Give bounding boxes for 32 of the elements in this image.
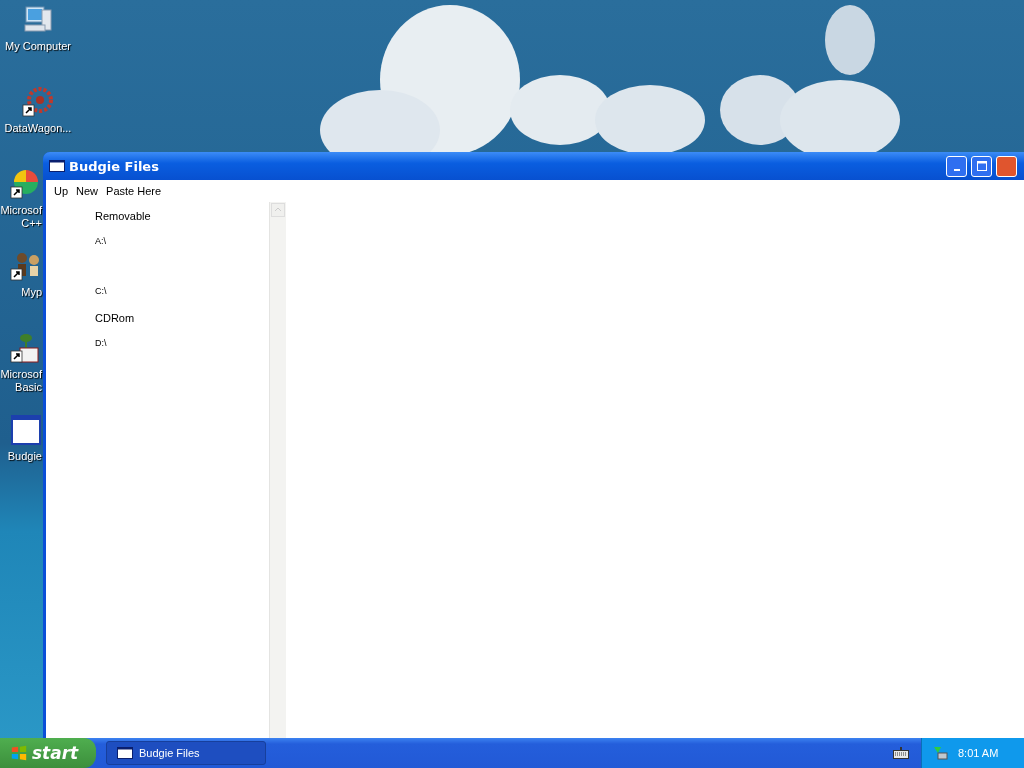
drive-item[interactable]: A:\ bbox=[95, 234, 106, 260]
close-button[interactable] bbox=[996, 155, 1017, 177]
desktop-icon-label[interactable]: Microsof Basic bbox=[0, 368, 42, 394]
maximize-button[interactable] bbox=[971, 155, 992, 177]
maximize-icon bbox=[976, 161, 987, 171]
drive-group-label: Removable bbox=[95, 209, 151, 224]
drive-item[interactable]: C:\ bbox=[95, 284, 107, 310]
desktop-icon-label[interactable]: My Computer bbox=[5, 40, 71, 53]
desktop-icon-label[interactable]: Budgie bbox=[0, 450, 42, 463]
menu-item[interactable]: Paste Here bbox=[102, 183, 166, 199]
desktop-icon-label[interactable]: Myp bbox=[0, 286, 42, 299]
drive-group-label: CDRom bbox=[95, 311, 135, 326]
keyboard-icon[interactable] bbox=[893, 747, 909, 759]
figures-icon[interactable] bbox=[10, 250, 42, 282]
scrollbar[interactable] bbox=[269, 202, 286, 738]
window-icon bbox=[117, 747, 133, 759]
start-button[interactable]: start bbox=[0, 738, 96, 768]
desktop-icon-label[interactable]: DataWagon... bbox=[4, 122, 72, 135]
window-icon bbox=[49, 160, 65, 172]
window-icon[interactable] bbox=[10, 414, 42, 446]
menu-item[interactable]: Up bbox=[50, 183, 73, 199]
window-title: Budgie Files bbox=[69, 158, 159, 174]
desktop-icon-label[interactable]: Microsof C++ bbox=[0, 204, 42, 230]
minimize-icon bbox=[953, 169, 960, 171]
flag-logo-icon bbox=[10, 744, 28, 762]
taskbar-button[interactable]: Budgie Files bbox=[106, 741, 266, 765]
sprout-icon[interactable] bbox=[10, 332, 42, 364]
drive-item[interactable]: D:\ bbox=[95, 336, 107, 362]
menu-item[interactable]: New bbox=[72, 183, 103, 199]
gear-icon[interactable] bbox=[22, 86, 54, 118]
minimize-button[interactable] bbox=[946, 155, 967, 177]
network-icon[interactable] bbox=[932, 745, 948, 761]
